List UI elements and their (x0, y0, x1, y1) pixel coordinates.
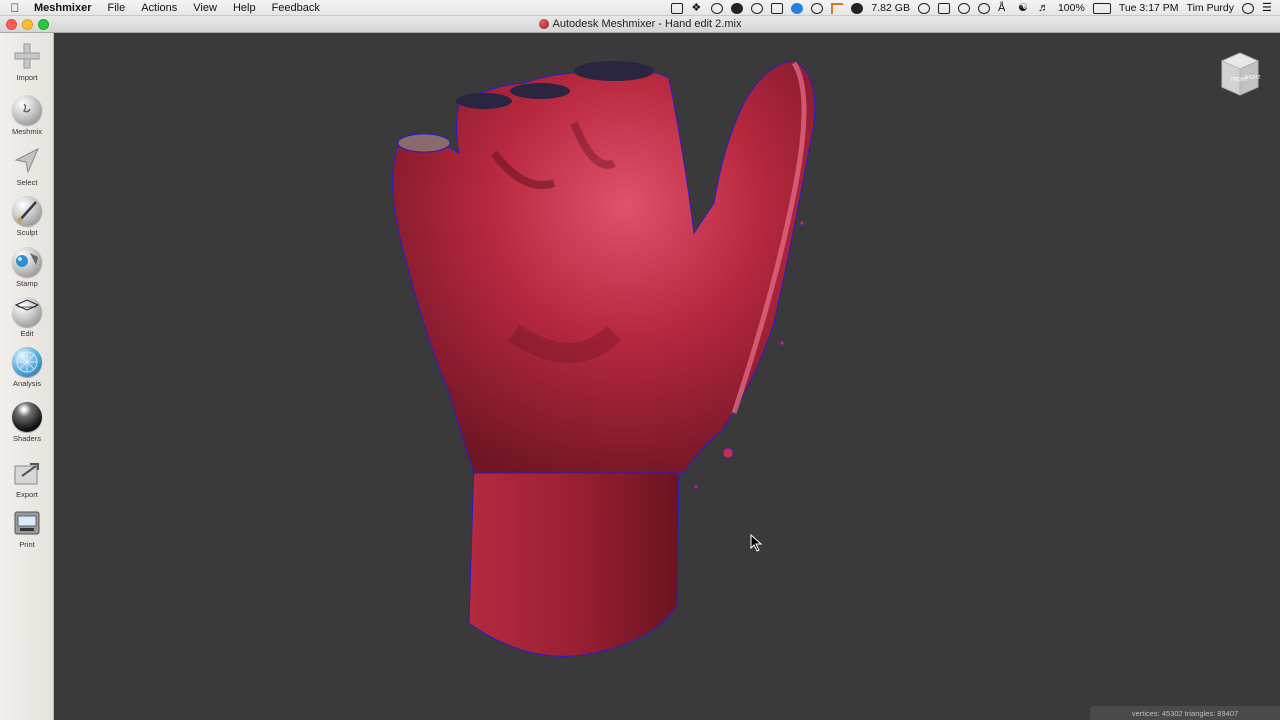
3d-viewport[interactable]: FRONT RIGHT vertices: 45302 triangles: 8… (54, 33, 1280, 720)
window-controls (6, 19, 49, 30)
wifi-icon[interactable]: ☯ (1018, 2, 1030, 14)
export-icon (12, 458, 42, 488)
tool-label: Stamp (16, 279, 38, 288)
tool-label: Shaders (13, 434, 41, 443)
tool-sculpt[interactable]: Sculpt (0, 196, 54, 237)
feather-icon[interactable] (711, 2, 724, 14)
print-icon (12, 508, 42, 538)
sync-icon[interactable] (811, 2, 824, 14)
document-proxy-icon[interactable] (538, 19, 549, 29)
sculpt-brush-icon (12, 196, 42, 226)
apple-logo-icon[interactable]:  (0, 1, 30, 15)
import-plus-icon (12, 41, 42, 71)
menu-actions[interactable]: Actions (133, 2, 185, 14)
tool-import[interactable]: Import (0, 41, 54, 82)
orange-app-icon[interactable] (831, 2, 844, 14)
menu-file[interactable]: File (99, 2, 133, 14)
tool-label: Meshmix (11, 127, 42, 136)
tool-label: Sculpt (16, 228, 38, 237)
zoom-window-button[interactable] (38, 19, 49, 30)
main-toolbar: Import Meshmix Select Sculpt Stamp Edit (0, 33, 54, 720)
navcube-right-face[interactable]: RIGHT (1245, 75, 1261, 81)
tool-label: Edit (20, 329, 34, 338)
select-arrow-icon (12, 146, 42, 176)
tool-meshmix[interactable]: Meshmix (0, 95, 54, 136)
meshmix-sphere-icon (12, 95, 42, 125)
memory-readout[interactable]: 7.82 GB (871, 2, 910, 14)
macos-menubar:  Meshmixer File Actions View Help Feedb… (0, 0, 1280, 16)
minimize-window-button[interactable] (22, 19, 33, 30)
blue-app-icon[interactable] (791, 2, 804, 14)
menu-feedback[interactable]: Feedback (264, 2, 328, 14)
edit-icon (12, 297, 42, 327)
tool-print[interactable]: Print (0, 508, 54, 549)
menu-view[interactable]: View (185, 2, 225, 14)
onepassword-icon[interactable] (731, 2, 744, 14)
display-icon[interactable] (937, 2, 950, 14)
tool-select[interactable]: Select (0, 146, 54, 187)
screen-capture-icon[interactable] (671, 2, 684, 14)
tool-export[interactable]: Export (0, 458, 54, 499)
analysis-icon (12, 347, 42, 377)
mesh-stats: vertices: 45302 triangles: 89407 (1090, 706, 1280, 720)
circle-icon[interactable] (751, 2, 764, 14)
tool-label: Select (16, 178, 38, 187)
move-icon[interactable] (917, 2, 930, 14)
window-title: Autodesk Meshmixer - Hand edit 2.mix (552, 18, 742, 30)
menubar-clock[interactable]: Tue 3:17 PM (1119, 2, 1179, 14)
tool-shaders[interactable]: Shaders (0, 402, 54, 443)
time-machine-icon[interactable] (977, 2, 990, 14)
stamp-icon (12, 247, 42, 277)
hand-mesh-model[interactable] (54, 33, 1280, 720)
tool-label: Export (16, 490, 38, 499)
mouse-cursor-icon (750, 534, 763, 552)
tool-label: Import (16, 73, 38, 82)
close-window-button[interactable] (6, 19, 17, 30)
tool-analysis[interactable]: Analysis (0, 347, 54, 388)
tool-label: Analysis (13, 379, 41, 388)
spotlight-search-icon[interactable] (1242, 2, 1254, 14)
menubar-user[interactable]: Tim Purdy (1187, 2, 1234, 14)
volume-icon[interactable]: ♬ (1038, 2, 1050, 14)
tool-edit[interactable]: Edit (0, 297, 54, 338)
bluetooth-icon[interactable]: Å (998, 2, 1010, 14)
moon-icon[interactable] (957, 2, 970, 14)
memory-gauge-icon[interactable] (851, 2, 864, 14)
notification-center-icon[interactable]: ☰ (1262, 2, 1274, 14)
window-titlebar: Autodesk Meshmixer - Hand edit 2.mix (0, 16, 1280, 33)
battery-icon[interactable] (1092, 2, 1111, 14)
menu-help[interactable]: Help (225, 2, 264, 14)
tool-stamp[interactable]: Stamp (0, 247, 54, 288)
view-navigation-cube[interactable]: FRONT RIGHT (1212, 47, 1266, 101)
status-menu-extras: ❖ 7.82 GB Å ☯ ♬ 100% Tue 3:17 PM Tim Pur… (671, 0, 1274, 16)
menu-meshmixer[interactable]: Meshmixer (30, 2, 99, 14)
tool-label: Print (19, 540, 35, 549)
cloud-icon[interactable] (771, 2, 784, 14)
dropbox-icon[interactable]: ❖ (691, 2, 703, 14)
shaders-icon (12, 402, 42, 432)
battery-percent[interactable]: 100% (1058, 2, 1085, 14)
